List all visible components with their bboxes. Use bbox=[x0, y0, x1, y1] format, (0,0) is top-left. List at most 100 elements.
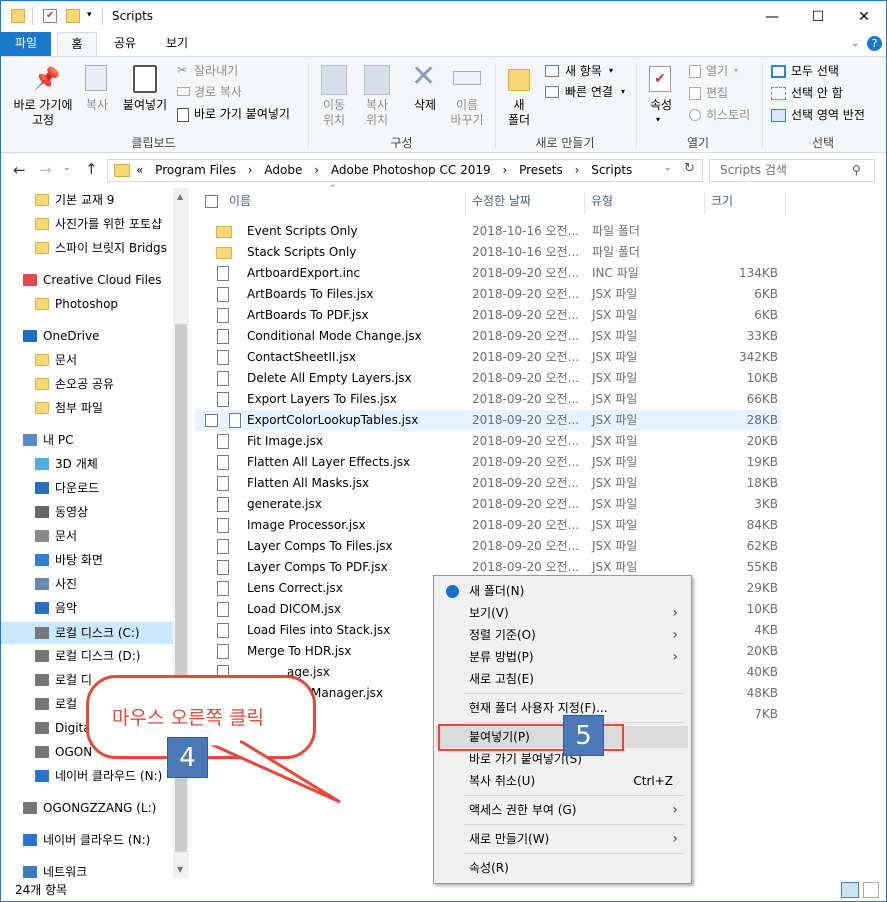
menu-item[interactable]: 액세스 권한 부여 (G) › bbox=[436, 799, 688, 821]
file-row[interactable]: Export Layers To Files.jsx 2018-09-20 오전.… bbox=[201, 389, 781, 410]
paste-button[interactable]: 붙여넣기 bbox=[117, 98, 173, 113]
maximize-button[interactable]: ☐ bbox=[795, 1, 841, 32]
menu-item[interactable]: 새로 만들기(W) › bbox=[436, 828, 688, 850]
nav-item[interactable]: 사진 bbox=[1, 573, 173, 595]
nav-item[interactable]: 기본 교재 9 bbox=[1, 189, 173, 211]
move-to-button[interactable]: 이동 위치 bbox=[314, 98, 354, 128]
nav-item[interactable]: 다운로드 bbox=[1, 477, 173, 499]
breadcrumb-overflow[interactable]: « bbox=[136, 163, 143, 177]
nav-item[interactable]: 네이버 클라우드 (N:) bbox=[1, 829, 173, 851]
help-icon[interactable]: ? bbox=[867, 36, 882, 51]
history-button[interactable]: 히스토리 bbox=[706, 108, 750, 123]
file-row[interactable]: ArtBoards To Files.jsx 2018-09-20 오전... JS… bbox=[201, 284, 781, 305]
nav-item[interactable]: 로컬 디스크 (C:) bbox=[1, 622, 173, 644]
pin-to-quick-access-button[interactable]: 바로 가기에 고정 bbox=[3, 98, 83, 128]
file-row[interactable]: Delete All Empty Layers.jsx 2018-09-20 오전… bbox=[201, 368, 781, 389]
menu-item[interactable]: 정렬 기준(O) › bbox=[436, 624, 688, 646]
menu-item[interactable]: 분류 방법(P) › bbox=[436, 646, 688, 668]
tab-view[interactable]: 보기 bbox=[157, 32, 197, 56]
customize-quick-access-icon[interactable]: ▾ bbox=[87, 10, 92, 20]
file-row[interactable]: Layer Comps To Files.jsx 2018-09-20 오전...… bbox=[201, 536, 781, 557]
file-row[interactable]: Image Processor.jsx 2018-09-20 오전... JSX 파… bbox=[201, 515, 781, 536]
address-history-icon[interactable]: ⌄ bbox=[664, 163, 672, 173]
nav-item[interactable]: OneDrive bbox=[1, 325, 173, 347]
file-row[interactable]: Fit Image.jsx 2018-09-20 오전... JSX 파일 20KB bbox=[201, 431, 781, 452]
menu-item[interactable]: 복사 취소(U) Ctrl+Z bbox=[436, 770, 688, 792]
file-row[interactable]: generate.jsx 2018-09-20 오전... JSX 파일 3KB bbox=[201, 494, 781, 515]
select-none-button[interactable]: 선택 안 함 bbox=[791, 86, 843, 101]
nav-item[interactable]: 로컬 디스크 (D:) bbox=[1, 645, 173, 667]
column-date[interactable]: 수정한 날짜 bbox=[472, 188, 531, 215]
delete-button[interactable]: 삭제 bbox=[407, 98, 443, 113]
menu-item[interactable]: 속성(R) bbox=[436, 857, 688, 879]
properties-quick-icon[interactable]: ✔ bbox=[43, 9, 57, 23]
select-all-button[interactable]: 모두 선택 bbox=[791, 64, 839, 79]
chevron-right-icon[interactable]: › bbox=[502, 163, 507, 177]
file-row[interactable]: ArtboardExport.inc 2018-09-20 오전... INC 파일… bbox=[201, 263, 781, 284]
scroll-down-icon[interactable]: ▼ bbox=[177, 865, 183, 874]
chevron-right-icon[interactable]: › bbox=[314, 163, 319, 177]
address-input[interactable]: « Program Files › Adobe › Adobe Photosho… bbox=[107, 159, 703, 182]
row-checkbox[interactable] bbox=[205, 414, 218, 427]
tab-file[interactable]: 파일 bbox=[1, 32, 51, 56]
tab-share[interactable]: 공유 bbox=[105, 32, 145, 56]
minimize-button[interactable]: — bbox=[749, 1, 795, 32]
search-input[interactable]: Scripts 검색 bbox=[709, 159, 875, 182]
rename-button[interactable]: 이름 바꾸기 bbox=[445, 98, 489, 128]
easy-access-button[interactable]: 빠른 연결 bbox=[565, 85, 613, 100]
column-name[interactable]: 이름 bbox=[229, 188, 251, 215]
refresh-icon[interactable]: ↻ bbox=[684, 161, 695, 176]
nav-item[interactable]: 3D 개체 bbox=[1, 453, 173, 475]
chevron-right-icon[interactable]: › bbox=[248, 163, 253, 177]
copy-button[interactable]: 복사 bbox=[79, 98, 115, 113]
scroll-up-icon[interactable]: ▲ bbox=[177, 192, 183, 201]
breadcrumb-presets[interactable]: Presets bbox=[519, 163, 563, 177]
copy-to-button[interactable]: 복사 위치 bbox=[357, 98, 397, 128]
nav-item[interactable]: Photoshop bbox=[1, 293, 173, 315]
breadcrumb-scripts[interactable]: Scripts bbox=[591, 163, 632, 177]
forward-icon[interactable]: → bbox=[39, 161, 52, 179]
copy-path-button[interactable]: 경로 복사 bbox=[194, 85, 242, 100]
menu-item[interactable]: 바로 가기 붙여넣기(S) bbox=[436, 748, 688, 770]
file-row[interactable]: ExportColorLookupTables.jsx 2018-09-20 오전… bbox=[195, 410, 781, 431]
cut-button[interactable]: 잘라내기 bbox=[194, 64, 238, 79]
menu-item[interactable]: 새 폴더(N) bbox=[436, 580, 688, 602]
back-icon[interactable]: ← bbox=[13, 161, 26, 179]
file-row[interactable]: Flatten All Masks.jsx 2018-09-20 오전... JSX… bbox=[201, 473, 781, 494]
nav-item[interactable]: 동영상 bbox=[1, 501, 173, 523]
new-folder-quick-icon[interactable] bbox=[66, 9, 80, 23]
chevron-right-icon[interactable]: › bbox=[575, 163, 580, 177]
nav-item[interactable]: Creative Cloud Files bbox=[1, 269, 173, 291]
close-button[interactable]: ✕ bbox=[841, 1, 886, 32]
new-folder-button[interactable]: 새 폴더 bbox=[501, 98, 537, 128]
nav-item[interactable]: 네이버 클라우드 (N:) bbox=[1, 765, 173, 787]
open-button[interactable]: 열기 bbox=[706, 64, 728, 79]
details-view-icon[interactable] bbox=[841, 882, 859, 898]
invert-selection-button[interactable]: 선택 영역 반전 bbox=[791, 108, 865, 123]
nav-item[interactable]: 음악 bbox=[1, 597, 173, 619]
tab-home[interactable]: 홈 bbox=[57, 32, 97, 56]
nav-item[interactable]: 문서 bbox=[1, 349, 173, 371]
file-row[interactable]: Conditional Mode Change.jsx 2018-09-20 오전… bbox=[201, 326, 781, 347]
new-item-button[interactable]: 새 항목 bbox=[565, 64, 602, 79]
nav-item[interactable]: 첨부 파일 bbox=[1, 397, 173, 419]
breadcrumb-program-files[interactable]: Program Files bbox=[155, 163, 236, 177]
folder-row[interactable]: Stack Scripts Only 2018-10-16 오전... 파일 폴더 bbox=[201, 242, 781, 263]
properties-button[interactable]: 속성 bbox=[643, 98, 679, 113]
large-icons-view-icon[interactable] bbox=[863, 882, 879, 898]
nav-item[interactable]: 문서 bbox=[1, 525, 173, 547]
select-all-checkbox[interactable] bbox=[205, 195, 218, 208]
nav-item[interactable]: 내 PC bbox=[1, 429, 173, 451]
menu-item[interactable]: 현재 폴더 사용자 지정(F)... bbox=[436, 697, 688, 719]
file-row[interactable]: Flatten All Layer Effects.jsx 2018-09-20 … bbox=[201, 452, 781, 473]
menu-item[interactable]: 보기(V) › bbox=[436, 602, 688, 624]
breadcrumb-photoshop[interactable]: Adobe Photoshop CC 2019 bbox=[331, 163, 491, 177]
up-icon[interactable]: ↑ bbox=[85, 160, 98, 178]
ribbon-collapse-icon[interactable]: ⌄ bbox=[851, 38, 859, 49]
nav-item[interactable]: 손오공 공유 bbox=[1, 373, 173, 395]
nav-item[interactable]: 스파이 브릿지 Bridgs bbox=[1, 237, 173, 259]
folder-row[interactable]: Event Scripts Only 2018-10-16 오전... 파일 폴더 bbox=[201, 221, 781, 242]
file-row[interactable]: ArtBoards To PDF.jsx 2018-09-20 오전... JSX … bbox=[201, 305, 781, 326]
edit-button[interactable]: 편집 bbox=[706, 86, 728, 101]
column-type[interactable]: 유형 bbox=[591, 188, 613, 215]
